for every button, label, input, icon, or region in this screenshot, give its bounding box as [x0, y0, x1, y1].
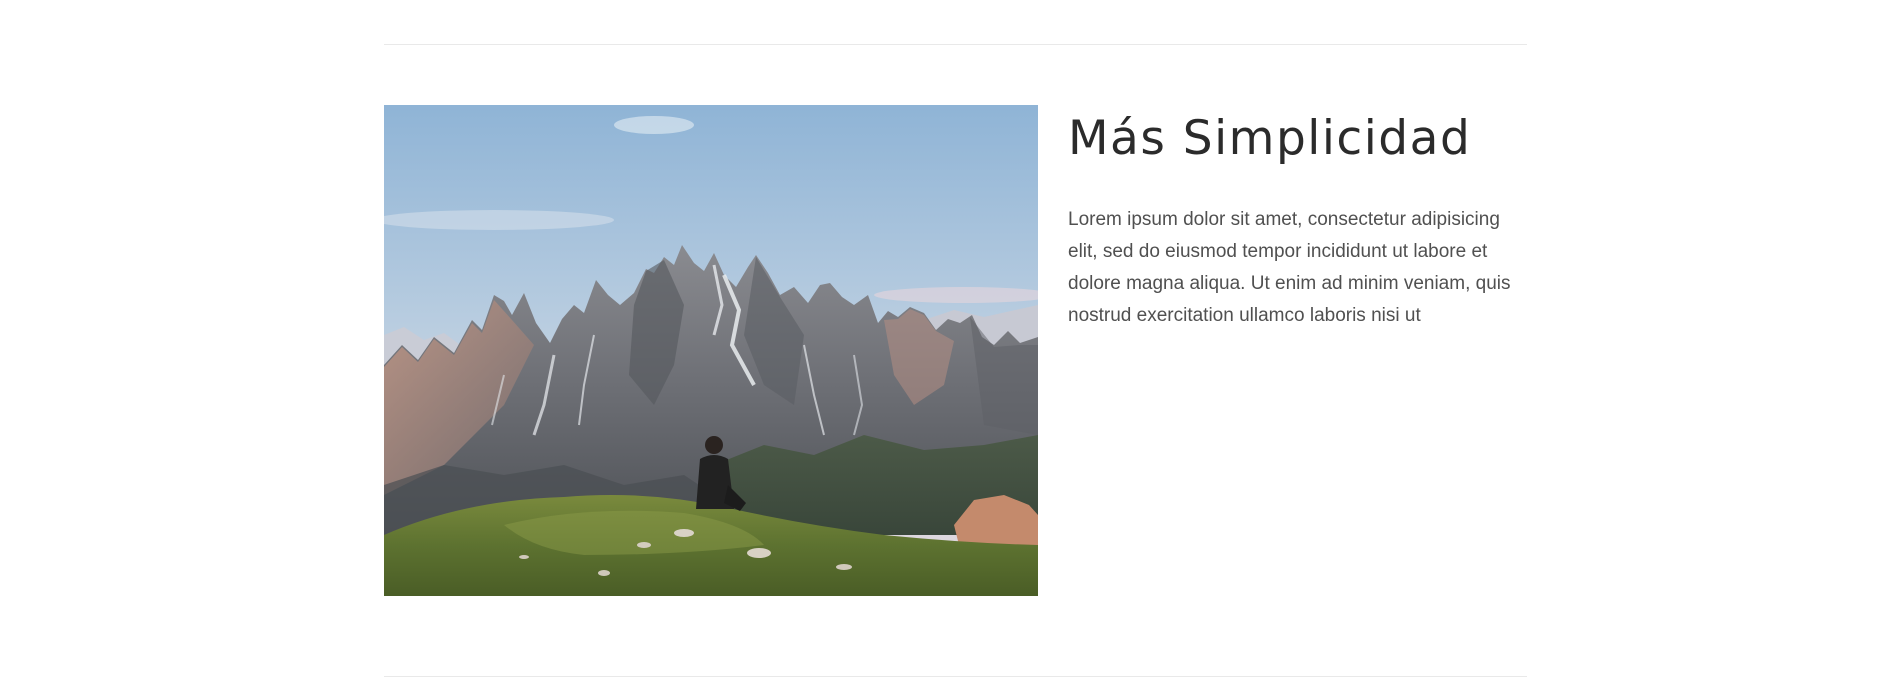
- feature-body: Lorem ipsum dolor sit amet, consectetur …: [1068, 209, 1511, 326]
- feature-text: Más Simplicidad Lorem ipsum dolor sit am…: [1068, 105, 1527, 332]
- section-divider-top: [384, 44, 1527, 45]
- feature-title: Más Simplicidad: [1068, 111, 1472, 166]
- feature-section: Más Simplicidad Lorem ipsum dolor sit am…: [384, 105, 1527, 596]
- mountain-photo: [384, 105, 1038, 596]
